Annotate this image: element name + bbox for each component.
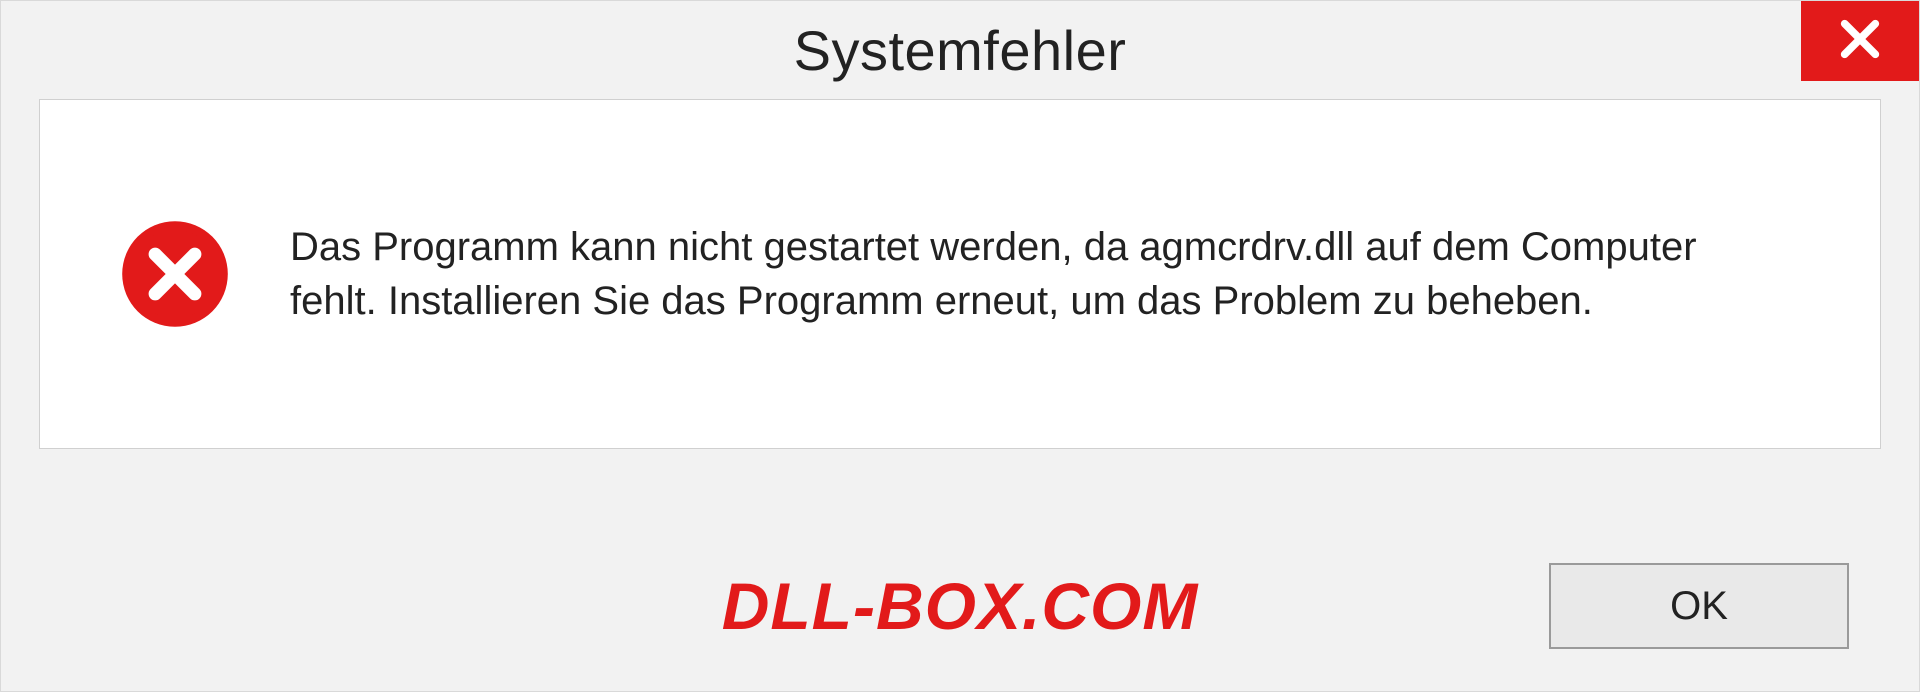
close-icon [1837,16,1883,67]
ok-button-label: OK [1670,584,1728,629]
error-icon [120,219,230,329]
error-message: Das Programm kann nicht gestartet werden… [290,220,1790,328]
dialog-footer: DLL-BOX.COM OK [1,521,1919,691]
content-panel: Das Programm kann nicht gestartet werden… [39,99,1881,449]
ok-button[interactable]: OK [1549,563,1849,649]
dialog-title: Systemfehler [794,18,1127,83]
error-dialog: Systemfehler Das Programm kann nicht ges… [0,0,1920,692]
titlebar: Systemfehler [1,1,1919,99]
close-button[interactable] [1801,1,1919,81]
